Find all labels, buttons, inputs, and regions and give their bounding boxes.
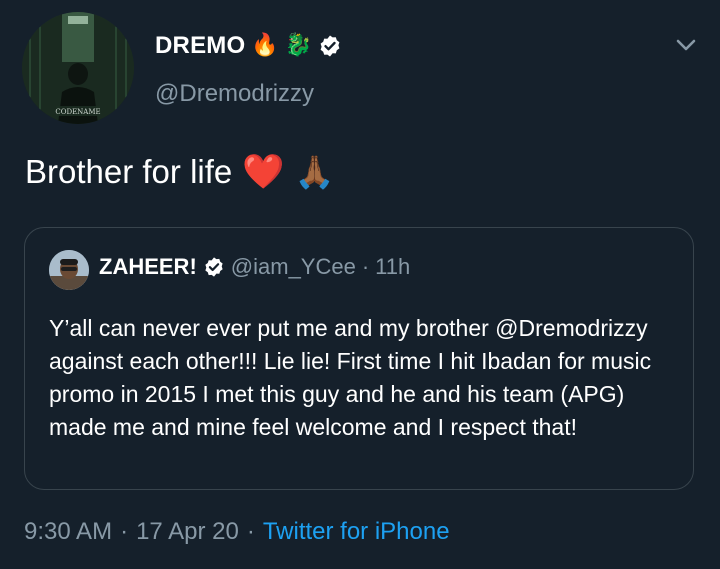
author-handle[interactable]: @Dremodrizzy [155, 80, 314, 108]
meta-separator: · [120, 518, 129, 545]
quoted-tweet[interactable]: ZAHEER! @iam_YCee · 11h Y’all can never … [24, 227, 694, 490]
tweet-time: 9:30 AM [24, 518, 113, 545]
tweet-card: CODENAME DREMO 🔥 🐉 @Dremodrizzy Brother … [0, 0, 720, 569]
dragon-emoji: 🐉 [284, 33, 313, 58]
quoted-display-name: ZAHEER! [99, 254, 197, 279]
fire-emoji: 🔥 [251, 33, 279, 58]
author-display-name[interactable]: DREMO [155, 32, 245, 60]
quoted-tweet-header: ZAHEER! @iam_YCee · 11h [99, 254, 410, 280]
quoted-separator: · [361, 254, 370, 279]
verified-badge-icon [205, 257, 223, 277]
heart-emoji: ❤️ [242, 153, 285, 191]
tweet-source-link[interactable]: Twitter for iPhone [263, 518, 450, 546]
tweet-text: Brother for life ❤️ 🙏🏾 [25, 152, 334, 192]
chevron-down-icon[interactable] [675, 34, 697, 56]
meta-separator: · [246, 518, 255, 545]
folded-hands-emoji: 🙏🏾 [294, 154, 335, 190]
quoted-tweet-text: Y’all can never ever put me and my broth… [49, 315, 652, 440]
svg-text:CODENAME: CODENAME [55, 108, 100, 116]
author-avatar[interactable]: CODENAME [22, 12, 134, 124]
quoted-avatar-image [49, 250, 89, 290]
avatar-image: CODENAME [22, 12, 134, 124]
author-name-row: DREMO 🔥 🐉 [155, 28, 342, 64]
tweet-date: 17 Apr 20 [136, 518, 239, 545]
quoted-author-avatar [49, 250, 89, 290]
tweet-meta: 9:30 AM · 17 Apr 20 · Twitter for iPhone [24, 518, 450, 546]
quoted-timestamp: 11h [375, 254, 411, 279]
tweet-text-body: Brother for life [25, 153, 233, 190]
quoted-handle: @iam_YCee [230, 254, 356, 279]
verified-badge-icon [320, 35, 340, 57]
